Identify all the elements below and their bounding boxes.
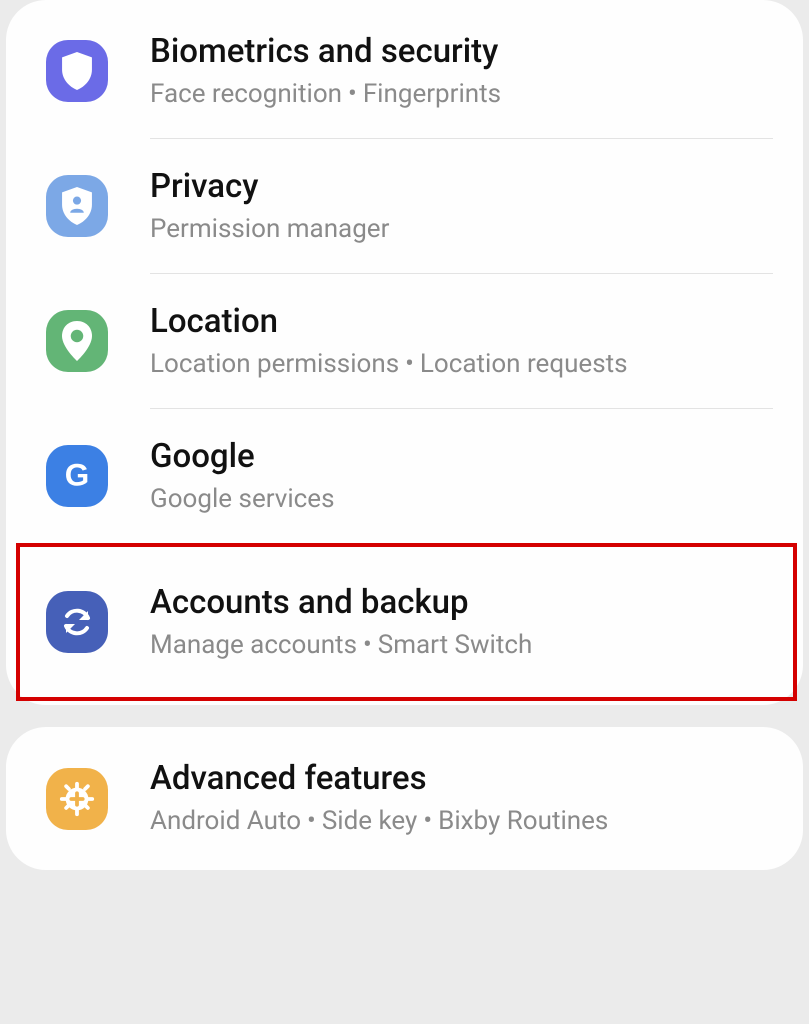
shield-icon bbox=[46, 40, 108, 102]
item-privacy[interactable]: Privacy Permission manager bbox=[6, 139, 803, 273]
item-accounts-backup[interactable]: Accounts and backup Manage accounts•Smar… bbox=[6, 543, 803, 701]
sync-icon bbox=[46, 591, 108, 653]
advanced-gear-icon bbox=[46, 768, 108, 830]
item-title: Location bbox=[150, 302, 773, 342]
item-title: Google bbox=[150, 437, 773, 477]
svg-text:G: G bbox=[65, 457, 90, 493]
item-title: Accounts and backup bbox=[150, 583, 773, 623]
item-subtitle: Android Auto•Side key•Bixby Routines bbox=[150, 805, 773, 838]
item-title: Biometrics and security bbox=[150, 32, 773, 72]
item-title: Advanced features bbox=[150, 759, 773, 799]
item-title: Privacy bbox=[150, 167, 773, 207]
item-google[interactable]: G Google Google services bbox=[6, 409, 803, 543]
location-pin-icon bbox=[46, 310, 108, 372]
settings-card-1: Biometrics and security Face recognition… bbox=[6, 0, 803, 705]
item-subtitle: Permission manager bbox=[150, 213, 773, 246]
privacy-shield-icon bbox=[46, 175, 108, 237]
google-icon: G bbox=[46, 445, 108, 507]
item-subtitle: Google services bbox=[150, 483, 773, 516]
settings-card-2: Advanced features Android Auto•Side key•… bbox=[6, 727, 803, 869]
item-subtitle: Face recognition•Fingerprints bbox=[150, 78, 773, 111]
item-biometrics[interactable]: Biometrics and security Face recognition… bbox=[6, 4, 803, 138]
item-location[interactable]: Location Location permissions•Location r… bbox=[6, 274, 803, 408]
item-subtitle: Location permissions•Location requests bbox=[150, 348, 773, 381]
item-subtitle: Manage accounts•Smart Switch bbox=[150, 629, 773, 662]
item-advanced-features[interactable]: Advanced features Android Auto•Side key•… bbox=[6, 731, 803, 865]
